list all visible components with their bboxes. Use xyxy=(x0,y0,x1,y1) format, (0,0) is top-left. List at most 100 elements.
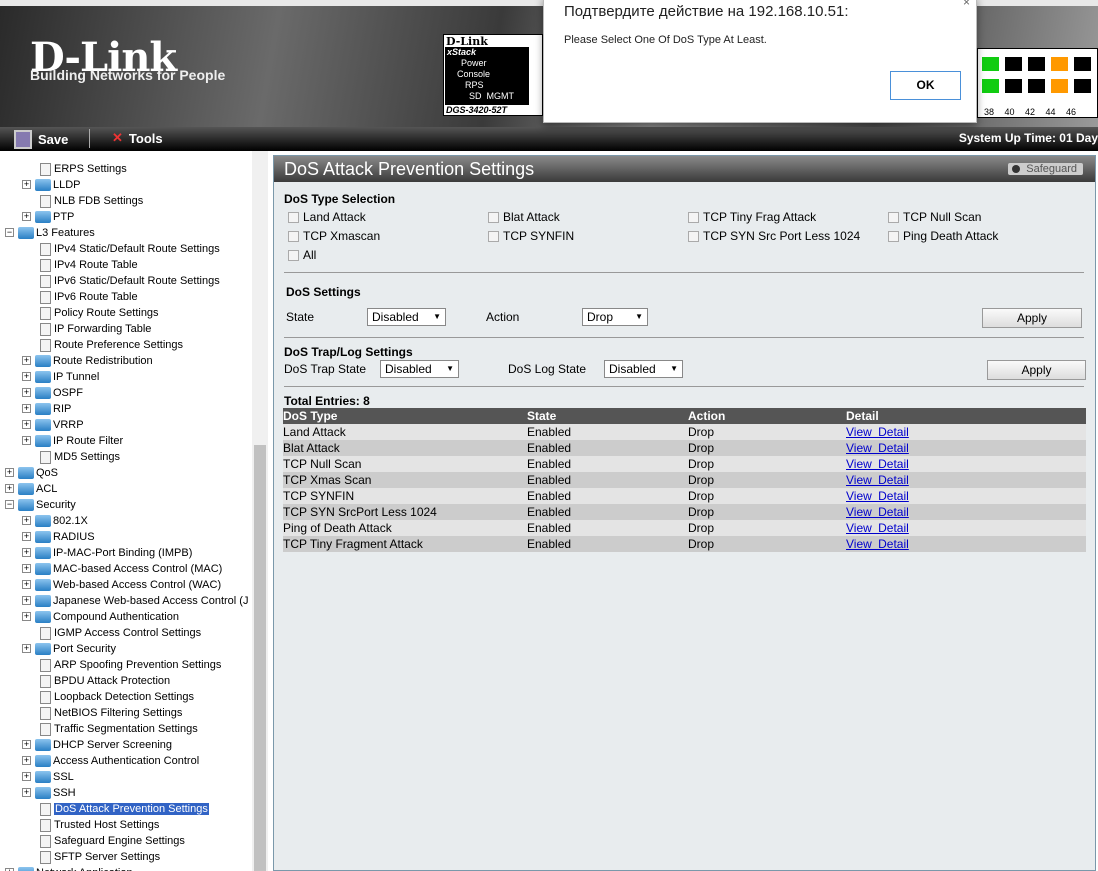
view-detail-link[interactable]: View Detail xyxy=(846,505,909,519)
tree-item[interactable]: Traffic Segmentation Settings xyxy=(35,721,198,737)
ok-button[interactable]: OK xyxy=(890,71,961,100)
tree-item[interactable]: + QoS xyxy=(5,465,58,481)
checkbox-icon[interactable] xyxy=(488,211,499,223)
expand-icon[interactable]: + xyxy=(22,420,31,429)
checkbox-icon[interactable] xyxy=(488,230,499,242)
tree-item[interactable]: + SSH xyxy=(22,785,76,801)
tree-item[interactable]: − L3 Features xyxy=(5,225,95,241)
tree-item[interactable]: + Web-based Access Control (WAC) xyxy=(22,577,221,593)
tree-item[interactable]: Route Preference Settings xyxy=(35,337,183,353)
expand-icon[interactable]: + xyxy=(22,612,31,621)
tree-item[interactable]: + IP Route Filter xyxy=(22,433,123,449)
view-detail-link[interactable]: View Detail xyxy=(846,489,909,503)
expand-icon[interactable]: + xyxy=(22,532,31,541)
close-icon[interactable]: × xyxy=(963,0,970,9)
tree-item[interactable]: + IP Tunnel xyxy=(22,369,99,385)
collapse-icon[interactable]: − xyxy=(5,500,14,509)
tree-item[interactable]: + PTP xyxy=(22,209,74,225)
tree-item[interactable]: + RADIUS xyxy=(22,529,95,545)
tree-item[interactable]: + VRRP xyxy=(22,417,84,433)
expand-icon[interactable]: + xyxy=(5,468,14,477)
dos-type-checkbox[interactable]: All xyxy=(288,248,316,262)
expand-icon[interactable]: + xyxy=(22,180,31,189)
tree-item[interactable]: DoS Attack Prevention Settings xyxy=(35,801,209,817)
dos-type-checkbox[interactable]: Blat Attack xyxy=(488,210,560,224)
expand-icon[interactable]: + xyxy=(22,516,31,525)
view-detail-link[interactable]: View Detail xyxy=(846,473,909,487)
tree-item[interactable]: NetBIOS Filtering Settings xyxy=(35,705,182,721)
tree-item[interactable]: + MAC-based Access Control (MAC) xyxy=(22,561,222,577)
expand-icon[interactable]: + xyxy=(22,388,31,397)
view-detail-link[interactable]: View Detail xyxy=(846,521,909,535)
view-detail-link[interactable]: View Detail xyxy=(846,457,909,471)
tree-item[interactable]: + Japanese Web-based Access Control (J xyxy=(22,593,248,609)
dos-type-checkbox[interactable]: TCP Xmascan xyxy=(288,229,380,243)
tree-item[interactable]: + IP-MAC-Port Binding (IMPB) xyxy=(22,545,192,561)
tree-item[interactable]: IPv4 Route Table xyxy=(35,257,138,273)
checkbox-icon[interactable] xyxy=(688,230,699,242)
tree-item[interactable]: IP Forwarding Table xyxy=(35,321,151,337)
expand-icon[interactable]: + xyxy=(22,596,31,605)
expand-icon[interactable]: + xyxy=(22,212,31,221)
expand-icon[interactable]: + xyxy=(22,788,31,797)
tree-item[interactable]: +802.1X xyxy=(22,513,88,529)
tree-item[interactable]: IGMP Access Control Settings xyxy=(35,625,201,641)
tree-item[interactable]: NLB FDB Settings xyxy=(35,193,143,209)
expand-icon[interactable]: + xyxy=(22,740,31,749)
tree-item[interactable]: + Port Security xyxy=(22,641,116,657)
dos-type-checkbox[interactable]: TCP Tiny Frag Attack xyxy=(688,210,816,224)
tree-item[interactable]: + OSPF xyxy=(22,385,83,401)
trap-log-apply-button[interactable]: Apply xyxy=(987,360,1086,380)
tree-item[interactable]: + RIP xyxy=(22,401,71,417)
view-detail-link[interactable]: View Detail xyxy=(846,537,909,551)
tools-button[interactable]: ✕ Tools xyxy=(112,130,163,146)
expand-icon[interactable]: + xyxy=(22,564,31,573)
expand-icon[interactable]: + xyxy=(22,548,31,557)
action-select[interactable]: Drop xyxy=(582,308,648,326)
tree-item[interactable]: + LLDP xyxy=(22,177,81,193)
tree-item[interactable]: + Compound Authentication xyxy=(22,609,179,625)
tree-item[interactable]: + Access Authentication Control xyxy=(22,753,199,769)
checkbox-icon[interactable] xyxy=(288,249,299,261)
expand-icon[interactable]: + xyxy=(22,404,31,413)
tree-item[interactable]: Policy Route Settings xyxy=(35,305,159,321)
dos-settings-apply-button[interactable]: Apply xyxy=(982,308,1082,328)
state-select[interactable]: Disabled xyxy=(367,308,446,326)
tree-item[interactable]: +Network Application xyxy=(5,865,133,871)
tree-item[interactable]: ARP Spoofing Prevention Settings xyxy=(35,657,221,673)
checkbox-icon[interactable] xyxy=(888,211,899,223)
expand-icon[interactable]: + xyxy=(22,356,31,365)
dos-type-checkbox[interactable]: TCP SYN Src Port Less 1024 xyxy=(688,229,860,243)
dos-type-checkbox[interactable]: Ping Death Attack xyxy=(888,229,998,243)
tree-scrollbar-thumb[interactable] xyxy=(254,445,266,871)
dos-type-checkbox[interactable]: Land Attack xyxy=(288,210,366,224)
expand-icon[interactable]: + xyxy=(5,484,14,493)
checkbox-icon[interactable] xyxy=(888,230,899,242)
view-detail-link[interactable]: View Detail xyxy=(846,425,909,439)
expand-icon[interactable]: + xyxy=(22,436,31,445)
tree-item[interactable]: IPv6 Route Table xyxy=(35,289,138,305)
tree-item[interactable]: + ACL xyxy=(5,481,57,497)
expand-icon[interactable]: + xyxy=(22,580,31,589)
tree-item[interactable]: + DHCP Server Screening xyxy=(22,737,172,753)
expand-icon[interactable]: + xyxy=(22,644,31,653)
checkbox-icon[interactable] xyxy=(288,211,299,223)
log-state-select[interactable]: Disabled xyxy=(604,360,683,378)
tree-item[interactable]: IPv4 Static/Default Route Settings xyxy=(35,241,220,257)
dos-type-checkbox[interactable]: TCP SYNFIN xyxy=(488,229,574,243)
expand-icon[interactable]: + xyxy=(22,772,31,781)
dos-type-checkbox[interactable]: TCP Null Scan xyxy=(888,210,981,224)
checkbox-icon[interactable] xyxy=(288,230,299,242)
tree-item[interactable]: + Route Redistribution xyxy=(22,353,153,369)
tree-item[interactable]: IPv6 Static/Default Route Settings xyxy=(35,273,220,289)
trap-state-select[interactable]: Disabled xyxy=(380,360,459,378)
save-button[interactable]: Save xyxy=(14,130,68,149)
tree-item[interactable]: − Security xyxy=(5,497,76,513)
tree-item[interactable]: Safeguard Engine Settings xyxy=(35,833,185,849)
tree-item[interactable]: MD5 Settings xyxy=(35,449,120,465)
expand-icon[interactable]: + xyxy=(22,756,31,765)
view-detail-link[interactable]: View Detail xyxy=(846,441,909,455)
tree-item[interactable]: BPDU Attack Protection xyxy=(35,673,170,689)
tree-item[interactable]: + SSL xyxy=(22,769,74,785)
tree-item[interactable]: ERPS Settings xyxy=(35,161,127,177)
